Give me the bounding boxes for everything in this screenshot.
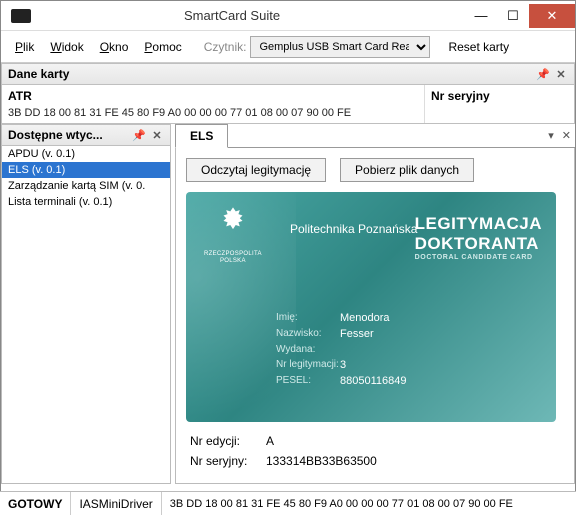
serial-label: Nr seryjny: — [186, 454, 266, 468]
legit-line1: LEGITYMACJA — [415, 214, 542, 234]
list-item[interactable]: Zarządzanie kartą SIM (v. 0. — [2, 178, 170, 194]
menu-plik[interactable]: Plik — [9, 36, 40, 58]
list-item[interactable]: APDU (v. 0.1) — [2, 146, 170, 162]
edition-label: Nr edycji: — [186, 434, 266, 448]
read-card-button[interactable]: Odczytaj legitymację — [186, 158, 326, 182]
close-icon[interactable]: ✕ — [554, 67, 568, 81]
edition-value: A — [266, 434, 274, 448]
nrleg-value: 3 — [340, 359, 346, 371]
serial-value: 133314BB33B63500 — [266, 454, 377, 468]
tab-close-icon[interactable]: ✕ — [558, 129, 575, 142]
tab-dropdown-icon[interactable]: ▾ — [544, 129, 558, 142]
emblem-text-2: POLSKA — [204, 258, 262, 265]
list-item[interactable]: Lista terminali (v. 0.1) — [2, 194, 170, 210]
titlebar: SmartCard Suite — ☐ ✕ — [1, 1, 575, 31]
minimize-button[interactable]: — — [465, 4, 497, 28]
atr-label: ATR — [8, 89, 418, 103]
reader-label: Czytnik: — [204, 40, 247, 54]
menubar: Plik Widok Okno Pomoc Czytnik: Gemplus U… — [1, 31, 575, 63]
plugins-header: Dostępne wtyc... 📌 ✕ — [1, 124, 171, 146]
window-title: SmartCard Suite — [0, 8, 465, 23]
menu-pomoc[interactable]: Pomoc — [138, 36, 187, 58]
dane-karty-header: Dane karty 📌 ✕ — [1, 63, 575, 85]
atr-value: 3B DD 18 00 81 31 FE 45 80 F9 A0 00 00 0… — [8, 107, 418, 119]
menu-widok[interactable]: Widok — [44, 36, 89, 58]
legit-line2: DOKTORANTA — [415, 234, 542, 254]
tab-row: ELS ▾ ✕ — [175, 124, 575, 148]
tab-els[interactable]: ELS — [175, 124, 228, 148]
status-atr: 3B DD 18 00 81 31 FE 45 80 F9 A0 00 00 0… — [162, 492, 576, 515]
reader-select[interactable]: Gemplus USB Smart Card Reader ( — [250, 36, 430, 58]
status-ready: GOTOWY — [0, 492, 71, 515]
pesel-value: 88050116849 — [340, 375, 406, 387]
wydana-label: Wydana: — [276, 344, 340, 355]
statusbar: GOTOWY IASMiniDriver 3B DD 18 00 81 31 F… — [0, 491, 576, 515]
status-driver: IASMiniDriver — [71, 492, 161, 515]
imie-label: Imię: — [276, 312, 340, 324]
nazwisko-label: Nazwisko: — [276, 328, 340, 340]
pesel-label: PESEL: — [276, 375, 340, 387]
download-file-button[interactable]: Pobierz plik danych — [340, 158, 474, 182]
legit-line3: DOCTORAL CANDIDATE CARD — [415, 254, 542, 261]
close-button[interactable]: ✕ — [529, 4, 575, 28]
nrleg-label: Nr legitymacji: — [276, 359, 340, 371]
dane-karty-title: Dane karty — [8, 67, 69, 81]
imie-value: Menodora — [340, 312, 390, 324]
plugins-title: Dostępne wtyc... — [8, 128, 103, 142]
menu-okno[interactable]: Okno — [94, 36, 135, 58]
list-item[interactable]: ELS (v. 0.1) — [2, 162, 170, 178]
state-emblem: RZECZPOSPOLITA POLSKA — [204, 206, 262, 264]
maximize-button[interactable]: ☐ — [497, 4, 529, 28]
pin-icon[interactable]: 📌 — [132, 128, 146, 142]
dane-karty-body: ATR 3B DD 18 00 81 31 FE 45 80 F9 A0 00 … — [1, 85, 575, 124]
university-name: Politechnika Poznańska — [290, 222, 417, 236]
serial-label: Nr seryjny — [431, 89, 568, 103]
close-icon[interactable]: ✕ — [150, 128, 164, 142]
reset-card-button[interactable]: Reset karty — [440, 38, 517, 56]
id-card-image: RZECZPOSPOLITA POLSKA Politechnika Pozna… — [186, 192, 556, 422]
plugins-list: APDU (v. 0.1) ELS (v. 0.1) Zarządzanie k… — [1, 146, 171, 484]
nazwisko-value: Fesser — [340, 328, 374, 340]
pin-icon[interactable]: 📌 — [536, 67, 550, 81]
els-panel: Odczytaj legitymację Pobierz plik danych… — [175, 148, 575, 484]
emblem-text-1: RZECZPOSPOLITA — [204, 251, 262, 258]
